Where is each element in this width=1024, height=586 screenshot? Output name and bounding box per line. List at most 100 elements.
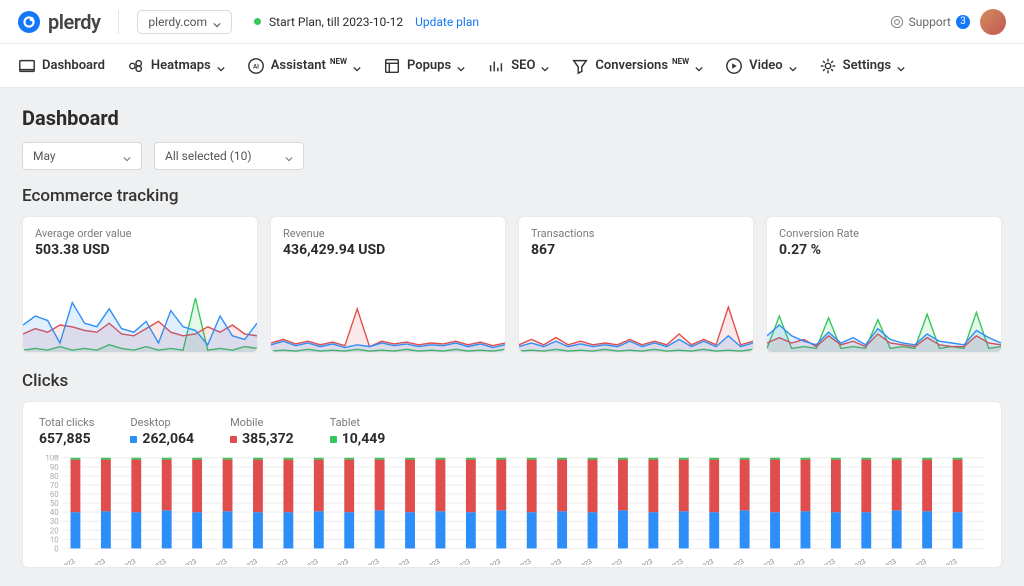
svg-text:%: % bbox=[53, 455, 59, 460]
svg-text:2023: 2023 bbox=[211, 557, 228, 565]
tablet-value: 10,449 bbox=[342, 431, 386, 447]
popups-icon bbox=[383, 57, 401, 75]
nav-assistant[interactable]: AI Assistant NEW bbox=[247, 57, 361, 75]
mobile-label: Mobile bbox=[230, 416, 294, 429]
gear-icon bbox=[819, 57, 837, 75]
nav-settings[interactable]: Settings bbox=[819, 57, 905, 75]
svg-text:2023: 2023 bbox=[576, 557, 593, 565]
nav-video[interactable]: Video bbox=[725, 57, 797, 75]
logo-text: plerdy bbox=[48, 10, 100, 34]
chevron-down-icon bbox=[789, 62, 797, 70]
card-conversion-rate: Conversion Rate 0.27 % bbox=[766, 216, 1002, 353]
nav-label: SEO bbox=[511, 58, 535, 73]
clicks-panel: Total clicks 657,885 Desktop 262,064 Mob… bbox=[22, 401, 1002, 568]
card-value: 0.27 % bbox=[779, 242, 989, 258]
svg-text:2023: 2023 bbox=[455, 557, 472, 565]
chevron-down-icon bbox=[541, 62, 549, 70]
update-plan-link[interactable]: Update plan bbox=[415, 15, 479, 29]
desktop-value: 262,064 bbox=[142, 431, 194, 447]
sparkline-aov bbox=[23, 262, 257, 352]
site-selector-label: plerdy.com bbox=[148, 15, 207, 29]
avatar[interactable] bbox=[980, 9, 1006, 35]
card-value: 436,429.94 USD bbox=[283, 242, 493, 258]
svg-text:2023: 2023 bbox=[789, 557, 806, 565]
seo-icon bbox=[487, 57, 505, 75]
clicks-bar-chart: 0102030405060708090100%20232023202320232… bbox=[39, 455, 985, 565]
svg-text:2023: 2023 bbox=[698, 557, 715, 565]
mobile-swatch-icon bbox=[230, 436, 237, 443]
status-dot-icon bbox=[254, 18, 261, 25]
svg-text:2023: 2023 bbox=[59, 557, 76, 565]
sparkline-revenue bbox=[271, 262, 505, 352]
svg-text:50: 50 bbox=[50, 499, 59, 508]
svg-text:2023: 2023 bbox=[637, 557, 654, 565]
svg-text:20: 20 bbox=[50, 526, 59, 535]
svg-text:2023: 2023 bbox=[424, 557, 441, 565]
svg-text:2023: 2023 bbox=[941, 557, 958, 565]
nav-label: Popups bbox=[407, 58, 451, 73]
svg-text:2023: 2023 bbox=[911, 557, 928, 565]
svg-text:30: 30 bbox=[50, 517, 59, 526]
filters: May All selected (10) bbox=[22, 142, 1002, 170]
card-transactions: Transactions 867 bbox=[518, 216, 754, 353]
site-selector[interactable]: plerdy.com bbox=[137, 10, 232, 34]
svg-text:60: 60 bbox=[50, 490, 59, 499]
page-title: Dashboard bbox=[22, 106, 1002, 130]
svg-text:2023: 2023 bbox=[820, 557, 837, 565]
chevron-down-icon bbox=[213, 18, 221, 26]
plan-status: Start Plan, till 2023-10-12 Update plan bbox=[254, 15, 479, 29]
ai-icon: AI bbox=[247, 57, 265, 75]
selection-select[interactable]: All selected (10) bbox=[154, 142, 304, 170]
clicks-heading: Clicks bbox=[22, 371, 1002, 391]
svg-text:70: 70 bbox=[50, 481, 59, 490]
svg-text:2023: 2023 bbox=[729, 557, 746, 565]
svg-text:2023: 2023 bbox=[242, 557, 259, 565]
nav-popups[interactable]: Popups bbox=[383, 57, 465, 75]
svg-text:80: 80 bbox=[50, 472, 59, 481]
month-select[interactable]: May bbox=[22, 142, 142, 170]
support-count-badge: 3 bbox=[956, 15, 970, 29]
main-nav: Dashboard Heatmaps AI Assistant NEW Popu… bbox=[0, 44, 1024, 88]
nav-label: Settings bbox=[843, 58, 891, 73]
svg-text:2023: 2023 bbox=[546, 557, 563, 565]
card-average-order-value: Average order value 503.38 USD bbox=[22, 216, 258, 353]
svg-text:2023: 2023 bbox=[485, 557, 502, 565]
logo[interactable]: plerdy bbox=[18, 10, 100, 34]
chevron-down-icon bbox=[353, 62, 361, 70]
video-icon bbox=[725, 57, 743, 75]
support-button[interactable]: Support 3 bbox=[890, 15, 970, 29]
chevron-down-icon bbox=[695, 62, 703, 70]
svg-text:2023: 2023 bbox=[272, 557, 289, 565]
nav-heatmaps[interactable]: Heatmaps bbox=[127, 57, 225, 75]
card-label: Revenue bbox=[283, 227, 493, 240]
sparkline-transactions bbox=[519, 262, 753, 352]
svg-text:2023: 2023 bbox=[120, 557, 137, 565]
nav-label: Conversions bbox=[595, 58, 668, 73]
nav-badge: NEW bbox=[672, 57, 689, 66]
chevron-down-icon bbox=[285, 152, 293, 160]
tablet-label: Tablet bbox=[330, 416, 386, 429]
svg-text:2023: 2023 bbox=[364, 557, 381, 565]
nav-dashboard[interactable]: Dashboard bbox=[18, 57, 105, 75]
sparkline-conversion bbox=[767, 262, 1001, 352]
ecommerce-cards: Average order value 503.38 USD Revenue 4… bbox=[22, 216, 1002, 353]
svg-text:2023: 2023 bbox=[90, 557, 107, 565]
nav-label: Video bbox=[749, 58, 783, 73]
chevron-down-icon bbox=[123, 152, 131, 160]
mobile-value: 385,372 bbox=[242, 431, 294, 447]
nav-label: Dashboard bbox=[42, 58, 105, 73]
tablet-swatch-icon bbox=[330, 436, 337, 443]
total-clicks-value: 657,885 bbox=[39, 431, 94, 447]
desktop-label: Desktop bbox=[130, 416, 194, 429]
svg-text:2023: 2023 bbox=[607, 557, 624, 565]
svg-text:0: 0 bbox=[54, 544, 58, 553]
selection-select-label: All selected (10) bbox=[165, 149, 252, 163]
nav-seo[interactable]: SEO bbox=[487, 57, 549, 75]
card-revenue: Revenue 436,429.94 USD bbox=[270, 216, 506, 353]
funnel-icon bbox=[571, 57, 589, 75]
card-label: Conversion Rate bbox=[779, 227, 989, 240]
card-value: 503.38 USD bbox=[35, 242, 245, 258]
nav-conversions[interactable]: Conversions NEW bbox=[571, 57, 703, 75]
card-label: Transactions bbox=[531, 227, 741, 240]
divider bbox=[118, 10, 119, 34]
